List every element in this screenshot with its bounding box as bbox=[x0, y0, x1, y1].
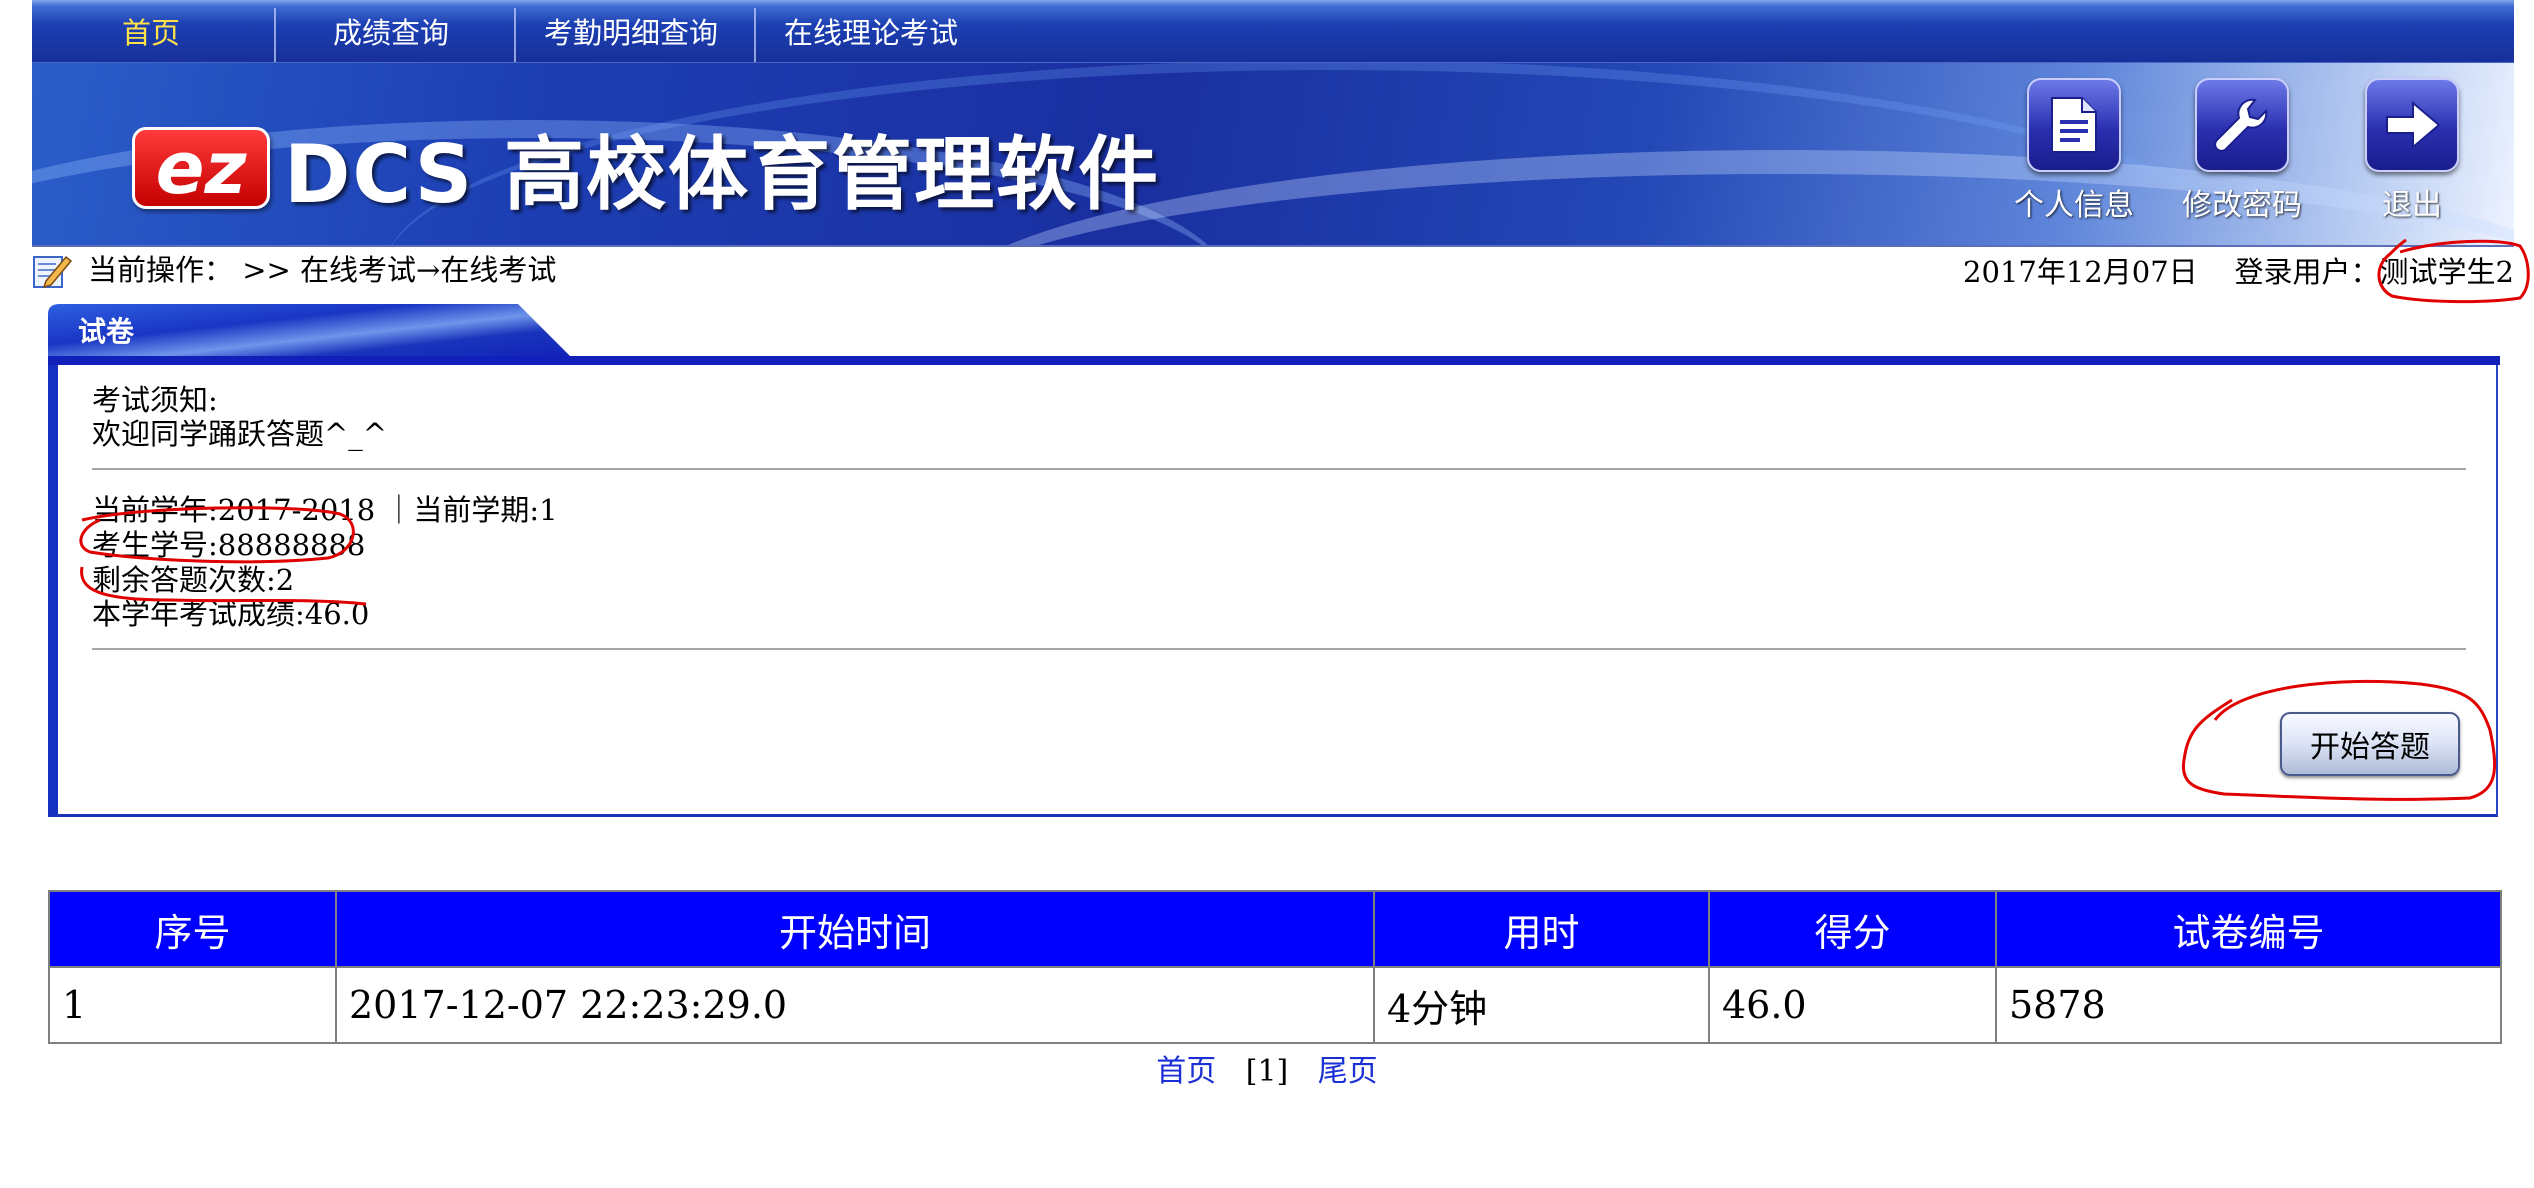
col-header-score: 得分 bbox=[1708, 890, 1997, 968]
start-exam-button[interactable]: 开始答题 bbox=[2280, 712, 2460, 776]
logout-label: 退出 bbox=[2382, 188, 2442, 223]
login-user-name: 测试学生2 bbox=[2379, 255, 2514, 289]
pager-current-page: [1] bbox=[1245, 1054, 1289, 1089]
login-user-label: 登录用户： bbox=[2234, 255, 2380, 289]
divider bbox=[92, 648, 2466, 650]
pagination: 首页 [1] 尾页 bbox=[0, 1046, 2534, 1090]
col-header-duration: 用时 bbox=[1373, 890, 1710, 968]
breadcrumb: 当前操作： >> 在线考试→在线考试 bbox=[88, 253, 557, 287]
top-nav: 首页 成绩查询 考勤明细查询 在线理论考试 bbox=[32, 0, 2514, 63]
arrow-right-icon bbox=[2365, 78, 2459, 172]
nav-home[interactable]: 首页 bbox=[32, 0, 270, 62]
app-logo: ez DCS 高校体育管理软件 bbox=[132, 118, 1160, 221]
ez-logo-badge: ez bbox=[132, 127, 270, 209]
status-bar: 当前操作： >> 在线考试→在线考试 2017年12月07日 登录用户：测试学生… bbox=[32, 247, 2514, 293]
nav-score-query[interactable]: 成绩查询 bbox=[272, 0, 510, 62]
cell-duration: 4分钟 bbox=[1373, 966, 1710, 1044]
cell-score: 46.0 bbox=[1708, 966, 1997, 1044]
app-title: DCS 高校体育管理软件 bbox=[284, 128, 1161, 221]
current-date: 2017年12月07日 bbox=[1963, 255, 2198, 289]
logout-button[interactable]: 退出 bbox=[2337, 78, 2487, 228]
login-info: 2017年12月07日 登录用户：测试学生2 bbox=[1963, 247, 2514, 297]
col-header-start-time: 开始时间 bbox=[335, 890, 1375, 968]
notice-text: 欢迎同学踊跃答题^_^ bbox=[92, 417, 388, 451]
document-icon bbox=[2027, 78, 2121, 172]
divider bbox=[92, 468, 2466, 470]
cell-paper-id: 5878 bbox=[1995, 966, 2502, 1044]
pager-last-link[interactable]: 尾页 bbox=[1318, 1054, 1378, 1089]
profile-button[interactable]: 个人信息 bbox=[1999, 78, 2149, 228]
col-header-index: 序号 bbox=[48, 890, 337, 968]
nav-attendance-query[interactable]: 考勤明细查询 bbox=[512, 0, 750, 62]
profile-label: 个人信息 bbox=[2014, 188, 2134, 223]
table-row: 1 2017-12-07 22:23:29.0 4分钟 46.0 5878 bbox=[48, 966, 2502, 1044]
pager-first-link[interactable]: 首页 bbox=[1156, 1054, 1216, 1089]
cell-start-time: 2017-12-07 22:23:29.0 bbox=[335, 966, 1375, 1044]
cell-index: 1 bbox=[48, 966, 337, 1044]
edit-icon bbox=[33, 255, 72, 289]
nav-online-exam[interactable]: 在线理论考试 bbox=[752, 0, 990, 62]
panel-tab-label: 试卷 bbox=[78, 315, 135, 348]
col-header-paper-id: 试卷编号 bbox=[1995, 890, 2502, 968]
table-header-row: 序号 开始时间 用时 得分 试卷编号 bbox=[48, 890, 2502, 968]
wrench-icon bbox=[2195, 78, 2289, 172]
exam-panel: 考试须知: 欢迎同学踊跃答题^_^ 当前学年:2017-2018 ｜当前学期:1… bbox=[48, 365, 2498, 817]
panel-top-bar bbox=[48, 356, 2500, 365]
change-password-label: 修改密码 bbox=[2182, 188, 2302, 223]
app-header: 首页 成绩查询 考勤明细查询 在线理论考试 ez DCS 高校体育管理软件 个人… bbox=[32, 0, 2514, 247]
change-password-button[interactable]: 修改密码 bbox=[2167, 78, 2317, 228]
exam-records-table: 序号 开始时间 用时 得分 试卷编号 1 2017-12-07 22:23:29… bbox=[48, 890, 2502, 1044]
year-score: 本学年考试成绩:46.0 bbox=[92, 597, 370, 631]
